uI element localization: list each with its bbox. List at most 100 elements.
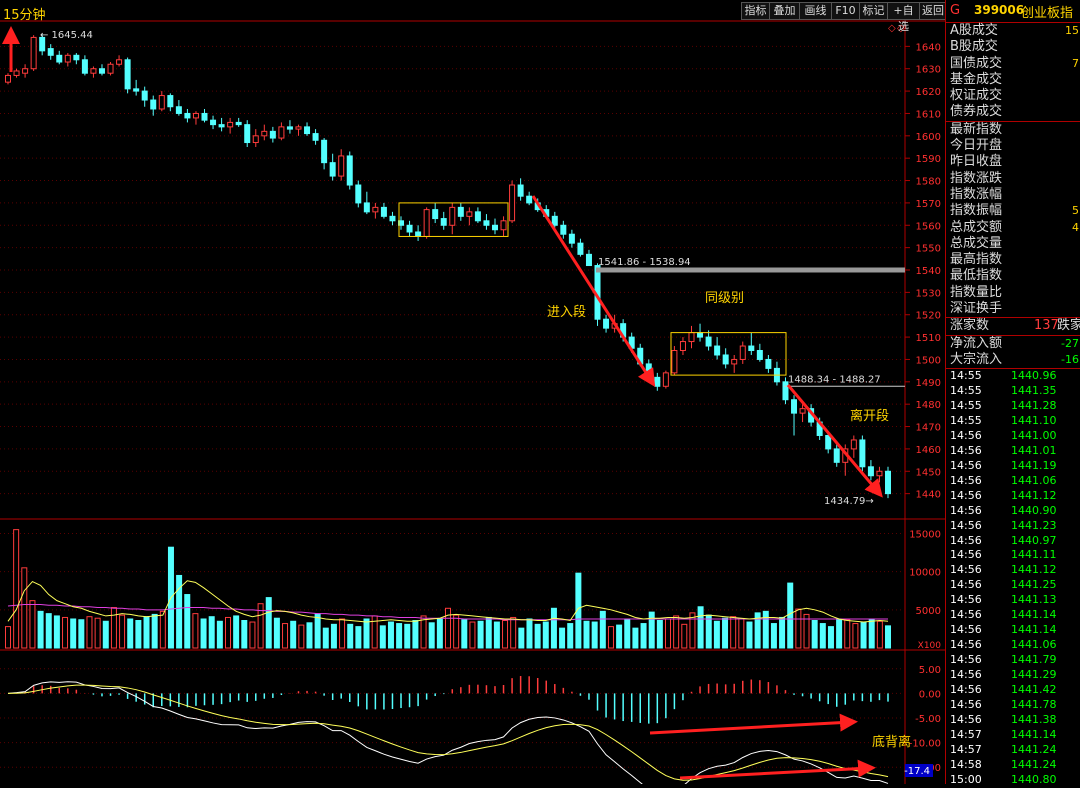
toolbar-button-4[interactable]: 标记 [859,2,888,20]
high-price-label: ← 1645.44 [40,30,93,41]
tick-time: 14:56 [950,638,982,652]
period-label[interactable]: 15分钟 [3,4,46,23]
security-code[interactable]: 399006 [974,3,1024,17]
toolbar-button-1[interactable]: 叠加 [769,2,800,20]
candle-body [167,95,174,108]
entry-segment-label: 进入段 [547,305,586,320]
toolbar-button-5[interactable]: +自选 [887,2,920,33]
volume-bar [485,616,492,649]
exit-segment-label: 离开段 [850,408,889,424]
volume-bar [624,618,631,649]
candle-body [184,112,191,119]
tick-row: 14:56 1441.11 [946,548,1080,563]
candle-body [577,242,584,255]
tick-row: 14:56 1441.42 [946,683,1080,698]
volume-bar [640,623,647,649]
candle-body [210,119,217,126]
candle-body [321,139,328,164]
candle-body [269,130,276,139]
volume-bar [787,582,794,649]
stat-label: 最新指数 [950,121,1003,137]
tick-row: 14:56 1441.01 [946,444,1080,459]
price-tick-label: 1570 [916,199,941,210]
price-tick-label: 1550 [916,244,941,255]
tick-row: 14:55 1440.96 [946,369,1080,384]
toolbar-button-6[interactable]: 返回 [919,2,947,20]
volume-unit-label: X100 [918,641,942,651]
up-count-label: 涨家数 [950,318,990,334]
candle-body [175,106,182,114]
tick-price: 1441.42 [1011,682,1057,696]
stat-row: 指数量比 [946,285,1080,301]
volume-bar [795,608,802,649]
volume-bar [591,621,598,649]
candle-body [56,54,63,63]
chart-area[interactable]: ◇◇14401450146014701480149015001510152015… [0,0,947,784]
volume-bar [282,623,289,649]
volume-bar [697,606,704,649]
volume-bar [314,613,321,649]
volume-bar [705,614,712,649]
volume-bar [673,615,680,649]
macd-tick-label: 5.00 [919,665,941,676]
volume-bar [836,618,843,649]
stat-row: 最新指数 [946,122,1080,138]
volume-bar [94,617,101,649]
price-tick-label: 1520 [916,311,941,322]
candle-body [372,206,379,213]
volume-bar [102,620,109,649]
tick-row: 14:58 1441.24 [946,758,1080,773]
tick-price: 1441.24 [1011,757,1057,771]
stat-row: 指数振幅 5 [946,203,1080,219]
tick-row: 14:56 1441.06 [946,638,1080,653]
volume-bar [681,623,688,649]
tick-time: 14:56 [950,697,982,711]
volume-tick-label: 5000 [916,606,941,617]
price-tick-label: 1600 [916,132,941,143]
tick-price: 1441.10 [1011,414,1057,428]
volume-bar [632,627,639,649]
stat-label: 国债成交 [950,55,1003,71]
tick-time: 14:55 [950,414,982,428]
candle-body [406,224,413,233]
volume-bar [885,625,891,649]
kline-chart-svg[interactable]: ◇◇14401450146014701480149015001510152015… [0,0,945,784]
candle-body [124,59,131,90]
divergence-arrow-lower [679,759,876,780]
stat-label: B股成交 [950,39,998,55]
tick-price: 1441.12 [1011,563,1057,577]
tick-price: 1441.06 [1011,638,1057,652]
price-tick-label: 1450 [916,467,941,478]
stat-label: 净流入额 [950,335,1003,351]
stat-row: 大宗流入 -16 [946,352,1080,368]
tick-time: 14:56 [950,473,982,487]
candle-body [714,345,721,356]
tick-price: 1441.00 [1011,428,1057,442]
candle-body [338,155,345,177]
volume-bar [436,618,443,649]
volume-bar [762,610,769,649]
divergence-arrow-upper [649,713,858,735]
toolbar-button-0[interactable]: 指标 [741,2,770,20]
volume-bar [876,620,883,649]
volume-bar [779,616,786,649]
market-stats: A股成交 15 B股成交 国债成交 7 基金成交 权证成交 债券成交 [946,23,1080,121]
volume-bar [860,621,867,649]
volume-bar [298,624,305,649]
candle-body [449,206,456,226]
candle-body [286,126,293,130]
price-tick-label: 1460 [916,445,941,456]
tick-row: 14:56 1441.13 [946,593,1080,608]
stat-row: 指数涨幅 [946,187,1080,203]
tick-price: 1441.11 [1011,548,1057,562]
price-tick-label: 1630 [916,65,941,76]
tick-time: 14:56 [950,533,982,547]
toolbar-button-2[interactable]: 画线 [799,2,832,20]
toolbar-button-3[interactable]: F10 [831,2,860,20]
security-name[interactable]: 创业板指 [1021,2,1073,21]
tick-price: 1441.23 [1011,518,1057,532]
tick-list[interactable]: 14:55 1440.96 14:55 1441.35 14:55 1441.28 14:5… [946,369,1080,787]
tick-row: 14:56 1441.06 [946,474,1080,489]
volume-bar [265,597,272,649]
volume-bar [534,623,541,649]
